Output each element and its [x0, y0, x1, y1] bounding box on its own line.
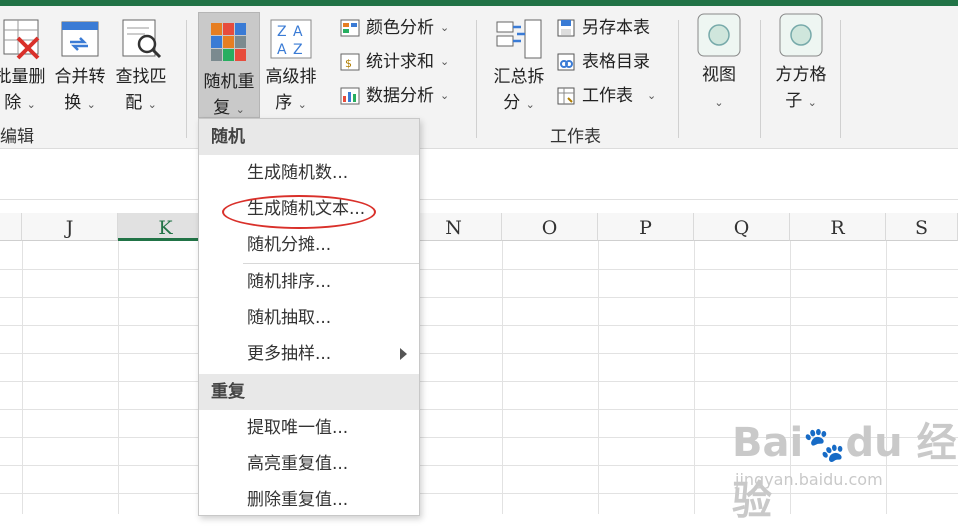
baidu-watermark-url: jingyan.baidu.com: [735, 470, 883, 489]
highlight-oval: [222, 195, 376, 229]
group-separator: [678, 20, 679, 138]
sort-az-icon: Z A A Z: [270, 19, 312, 59]
menu-item-more-sampling[interactable]: 更多抽样...: [199, 336, 419, 372]
random-repeat-button[interactable]: 随机重 复 ⌄: [198, 12, 260, 118]
batch-delete-button[interactable]: 批量删 除 ⌄: [0, 18, 48, 118]
save-icon: [557, 19, 575, 37]
chevron-down-icon: ⌄: [147, 98, 157, 111]
chevron-down-icon: ⌄: [86, 98, 96, 111]
menu-item-random-allocate[interactable]: 随机分摊...: [199, 227, 419, 263]
column-header-q[interactable]: Q: [694, 213, 790, 241]
svg-text:Z: Z: [277, 24, 287, 40]
sheet-directory-button[interactable]: 表格目录: [556, 50, 650, 74]
menu-item-extract-unique[interactable]: 提取唯一值...: [199, 410, 419, 446]
group-separator: [840, 20, 841, 138]
chevron-down-icon: ⌄: [440, 55, 450, 68]
advanced-sort-button[interactable]: Z A A Z 高级排 序 ⌄: [262, 18, 320, 118]
group-separator: [186, 20, 187, 138]
stats-sum-icon: $: [340, 53, 360, 71]
menu-item-random-pick[interactable]: 随机抽取...: [199, 300, 419, 336]
group-separator: [760, 20, 761, 138]
edit-group-label: 编辑: [0, 127, 34, 147]
merge-convert-icon: [61, 21, 99, 57]
worksheet-group-label: 工作表: [550, 127, 601, 147]
directory-link-icon: [557, 53, 575, 71]
chevron-down-icon: ⌄: [714, 96, 724, 109]
chevron-down-icon: ⌄: [26, 98, 36, 111]
formula-bar[interactable]: [0, 163, 958, 200]
svg-text:A: A: [277, 42, 287, 58]
column-header-s[interactable]: S: [886, 213, 958, 241]
chevron-down-icon: ⌄: [297, 98, 307, 111]
data-analysis-button[interactable]: 数据分析 ⌄: [340, 84, 449, 108]
baidu-watermark-logo: Bai🐾du 经验: [732, 420, 957, 524]
svg-text:$: $: [345, 57, 352, 70]
random-repeat-icon: [211, 23, 246, 61]
data-analysis-icon: [340, 87, 360, 105]
batch-delete-icon: [3, 19, 40, 60]
chevron-down-icon: ⌄: [525, 98, 535, 111]
column-header-p[interactable]: P: [598, 213, 694, 241]
menu-item-generate-random-number[interactable]: 生成随机数...: [199, 155, 419, 191]
svg-text:A: A: [293, 24, 303, 40]
chevron-down-icon: ⌄: [807, 96, 817, 109]
find-match-button[interactable]: 查找匹 配 ⌄: [113, 18, 169, 118]
chevron-down-icon: ⌄: [647, 89, 657, 102]
stats-sum-button[interactable]: $ 统计求和 ⌄: [340, 50, 449, 74]
menu-section-random: 随机: [199, 119, 419, 155]
color-analysis-icon: [340, 19, 360, 37]
fangfang-button[interactable]: 方方格 子 ⌄: [770, 12, 832, 116]
ribbon: 批量删 除 ⌄ 合并转 换 ⌄ 查找匹 配 ⌄ 编辑 随机重 复 ⌄ Z A A…: [0, 6, 958, 149]
summary-split-button[interactable]: 汇总拆 分 ⌄: [490, 18, 548, 118]
column-header-partial[interactable]: [0, 213, 22, 241]
menu-item-delete-duplicates[interactable]: 删除重复值...: [199, 482, 419, 518]
summary-split-icon: [496, 19, 542, 59]
menu-section-repeat: 重复: [199, 374, 419, 410]
worksheet-button[interactable]: 工作表 ⌄: [556, 84, 656, 108]
column-header-j[interactable]: J: [22, 213, 118, 241]
fangfang-icon: [779, 13, 823, 57]
submenu-arrow-icon: [400, 348, 407, 360]
column-header-r[interactable]: R: [790, 213, 886, 241]
chevron-down-icon: ⌄: [440, 89, 450, 102]
random-repeat-menu: 随机 生成随机数... 生成随机文本... 随机分摊... 随机排序... 随机…: [198, 118, 420, 516]
menu-item-random-sort[interactable]: 随机排序...: [199, 264, 419, 300]
view-icon: [697, 13, 741, 57]
save-sheet-button[interactable]: 另存本表: [556, 16, 650, 40]
color-analysis-button[interactable]: 颜色分析 ⌄: [340, 16, 449, 40]
batch-delete-label: 批量删: [0, 67, 46, 87]
group-separator: [476, 20, 477, 138]
chevron-down-icon: ⌄: [235, 103, 245, 116]
merge-convert-button[interactable]: 合并转 换 ⌄: [52, 18, 108, 118]
column-header-o[interactable]: O: [502, 213, 598, 241]
find-match-icon: [122, 19, 162, 59]
chevron-down-icon: ⌄: [440, 21, 450, 34]
column-header-n[interactable]: N: [406, 213, 502, 241]
menu-item-highlight-duplicates[interactable]: 高亮重复值...: [199, 446, 419, 482]
worksheet-icon: [557, 87, 575, 105]
view-button[interactable]: 视图 ⌄: [694, 12, 744, 116]
svg-text:Z: Z: [293, 42, 303, 58]
